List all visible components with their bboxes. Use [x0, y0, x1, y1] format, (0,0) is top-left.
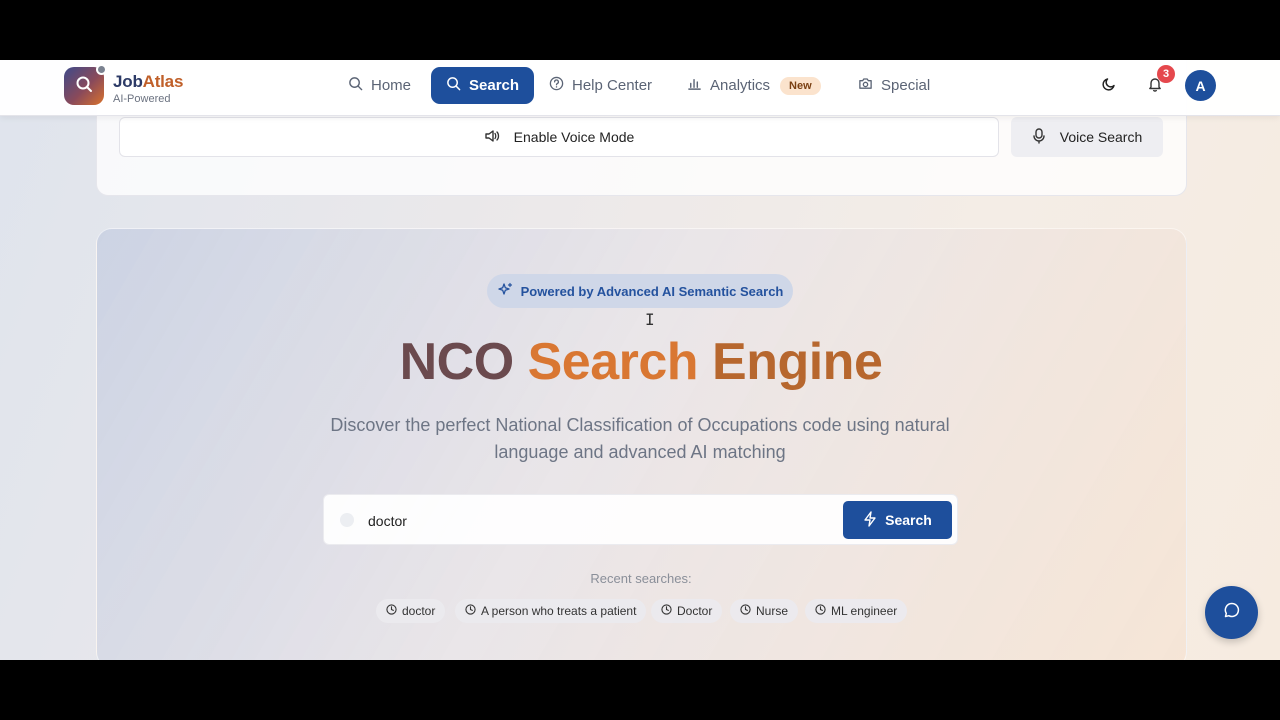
recent-search-chip[interactable]: ML engineer: [805, 599, 908, 623]
recent-search-chip[interactable]: Doctor: [651, 599, 723, 623]
recent-search-text: ML engineer: [831, 604, 898, 618]
chat-button[interactable]: [1205, 586, 1258, 639]
voice-search-button[interactable]: Voice Search: [1011, 117, 1163, 157]
speaker-icon: [484, 128, 500, 147]
recent-search-chip[interactable]: doctor: [376, 599, 446, 623]
title-part-engine: Engine: [712, 333, 883, 391]
app-viewport: Enable Voice Mode Voice Search Powered b…: [0, 60, 1280, 660]
lightning-icon: [863, 510, 877, 530]
search-input-icon: [340, 513, 354, 527]
letterbox-bottom: [0, 660, 1280, 720]
recent-search-text: Nurse: [756, 604, 789, 618]
camera-icon: [858, 76, 873, 95]
sparkles-icon: [497, 282, 513, 301]
bar-chart-icon: [687, 76, 702, 95]
text-cursor-icon: I: [645, 310, 655, 329]
search-icon: [446, 76, 461, 95]
recent-search-chip[interactable]: A person who treats a patient: [455, 599, 647, 623]
clock-icon: [740, 604, 751, 618]
nav-analytics[interactable]: Analytics New: [672, 67, 836, 104]
logo-status-dot: [96, 64, 107, 75]
voice-search-label: Voice Search: [1059, 129, 1143, 145]
recent-search-text: Doctor: [677, 604, 713, 618]
search-logo-icon: [75, 75, 93, 98]
clock-icon: [661, 604, 672, 618]
theme-toggle-button[interactable]: [1097, 74, 1121, 98]
search-input[interactable]: [368, 510, 828, 532]
recent-search-text: doctor: [402, 604, 436, 618]
brand-name-atlas: Atlas: [142, 72, 184, 91]
hero-description: Discover the perfect National Classifica…: [330, 415, 950, 462]
logo[interactable]: [64, 64, 107, 105]
chat-bubble-icon: [1223, 601, 1241, 624]
enable-voice-mode-button[interactable]: Enable Voice Mode: [119, 117, 999, 157]
clock-icon: [465, 604, 476, 618]
microphone-icon: [1032, 127, 1046, 147]
moon-icon: [1101, 76, 1117, 97]
pill-label: Powered by Advanced AI Semantic Search: [520, 283, 784, 299]
ai-powered-pill: Powered by Advanced AI Semantic Search: [487, 274, 793, 308]
page-title: NCO Search Engine: [0, 330, 1280, 394]
nav-home-label: Home: [371, 77, 412, 94]
letterbox-top: [0, 0, 1280, 60]
nav-help-label: Help Center: [572, 77, 653, 94]
enable-voice-mode-label: Enable Voice Mode: [513, 129, 635, 145]
nav-home[interactable]: Home: [333, 67, 426, 104]
search-icon: [348, 76, 363, 95]
brand-subtitle: AI-Powered: [113, 93, 171, 105]
top-navbar: JobAtlas AI-Powered Home Search Help Cen…: [0, 60, 1280, 116]
brand: JobAtlas AI-Powered: [113, 72, 183, 105]
title-part-nco: NCO: [399, 333, 528, 391]
nav-search[interactable]: Search: [431, 67, 535, 104]
clock-icon: [386, 604, 397, 618]
search-submit-button[interactable]: Search: [843, 501, 952, 539]
notification-count-badge: 3: [1157, 65, 1175, 83]
recent-search-text: A person who treats a patient: [481, 604, 637, 618]
brand-name-job: Job: [113, 72, 143, 91]
title-part-search: Search: [527, 333, 713, 391]
nav-help-center[interactable]: Help Center: [534, 67, 667, 104]
clock-icon: [815, 604, 826, 618]
help-circle-icon: [549, 76, 564, 95]
nav-search-label: Search: [469, 77, 520, 94]
recent-searches-label: Recent searches:: [590, 571, 692, 586]
avatar[interactable]: A: [1185, 70, 1216, 101]
nav-special[interactable]: Special: [843, 67, 945, 104]
nav-special-label: Special: [881, 77, 931, 94]
search-submit-label: Search: [885, 512, 932, 528]
brand-name: JobAtlas: [113, 72, 183, 92]
nav-analytics-label: Analytics: [710, 77, 771, 94]
recent-search-chip[interactable]: Nurse: [730, 599, 799, 623]
new-badge: New: [780, 76, 821, 95]
